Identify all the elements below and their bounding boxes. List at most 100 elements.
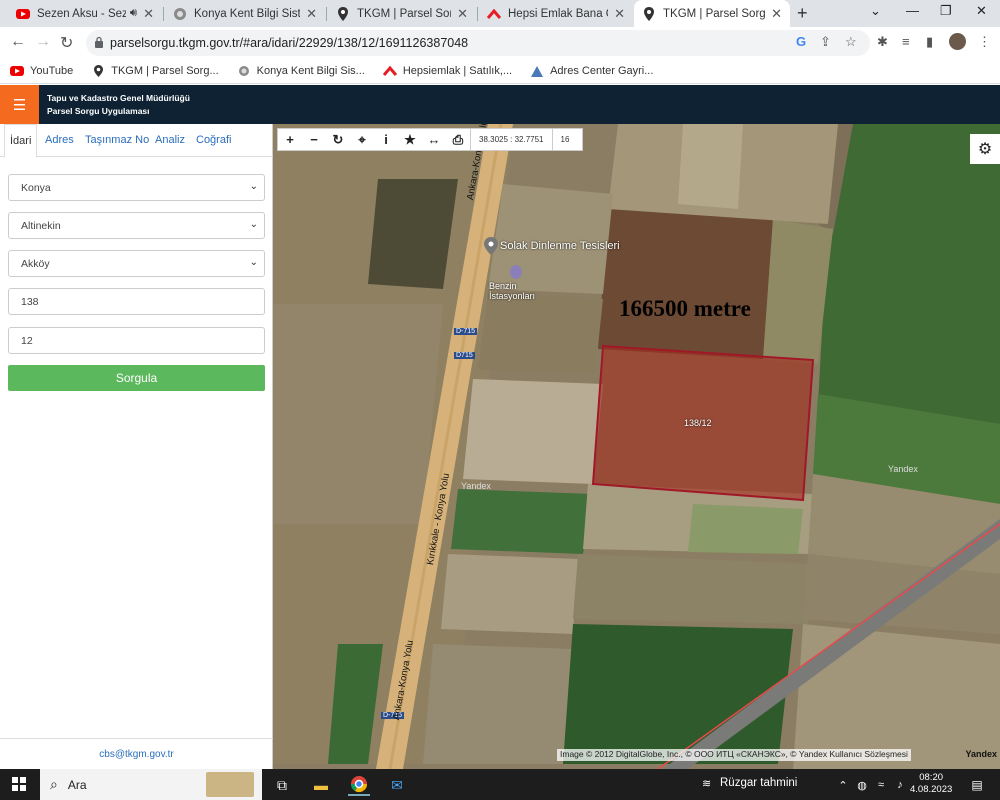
reload-button[interactable]: ↻: [60, 33, 73, 53]
forward-button[interactable]: →: [35, 33, 51, 51]
notifications-icon[interactable]: ▤: [966, 774, 988, 796]
adres-icon: [530, 65, 544, 77]
google-icon[interactable]: G: [796, 34, 806, 49]
print-icon[interactable]: ⎙: [446, 128, 470, 151]
map-pin-icon: [642, 6, 656, 21]
minimize-button[interactable]: —: [906, 3, 919, 18]
url-text: parselsorgu.tkgm.gov.tr/#ara/idari/22929…: [110, 36, 469, 50]
ilce-select[interactable]: Altinekin ⌄: [8, 212, 265, 239]
parsel-value: 12: [21, 334, 33, 347]
tab-title: Hepsi Emlak Bana Özel: [508, 7, 608, 20]
volume-icon[interactable]: ♪: [889, 774, 911, 796]
zoom-in-icon[interactable]: +: [278, 128, 302, 151]
bookmark-label: Konya Kent Bilgi Sis...: [256, 65, 365, 77]
mail-icon[interactable]: ✉: [386, 774, 408, 796]
extensions-icon[interactable]: ✱: [877, 34, 888, 50]
poi-pin-icon[interactable]: [484, 237, 498, 255]
bookmark-konya[interactable]: Konya Kent Bilgi Sis...: [237, 65, 365, 77]
settings-gear-button[interactable]: ⚙: [970, 134, 1000, 164]
side-panel-icon[interactable]: ▮: [926, 34, 933, 50]
bookmark-hepsiemlak[interactable]: Hepsiemlak | Satılık,...: [382, 65, 512, 77]
media-queue-icon[interactable]: ≡: [902, 34, 910, 49]
query-tabs: İdari Adres Taşınmaz No Analiz Coğrafi: [0, 124, 273, 158]
area-overlay-text: 166500 metre: [619, 296, 751, 321]
satellite-map[interactable]: Solak Dinlenme Tesisleri Benzin İstasyon…: [273, 124, 1000, 769]
taskbar-search-box[interactable]: ⌕ Ara: [40, 769, 262, 800]
browser-toolbar: ← → ↻ parselsorgu.tkgm.gov.tr/#ara/idari…: [0, 27, 1000, 59]
app-title-line1: Tapu ve Kadastro Genel Müdürlüğü: [47, 93, 190, 103]
chrome-taskbar-icon[interactable]: [348, 774, 370, 796]
windows-taskbar: ⌕ Ara ⧉ ▬ ✉ ≋ Rüzgar tahmini ⌃ ◍ ≈ ♪ 08:…: [0, 769, 1000, 800]
tab-title: Sezen Aksu - Sezen A: [37, 7, 126, 20]
ada-input[interactable]: 138: [8, 288, 265, 315]
app-title: Tapu ve Kadastro Genel Müdürlüğü Parsel …: [47, 92, 190, 118]
weather-icon[interactable]: ≋: [702, 777, 711, 790]
taskbar-clock[interactable]: 08:20 4.08.2023: [910, 772, 952, 796]
tab-cografi[interactable]: Coğrafi: [196, 124, 231, 157]
footer-email-link[interactable]: cbs@tkgm.gov.tr: [0, 738, 273, 769]
measure-icon[interactable]: ↔: [422, 128, 446, 151]
tab-konya[interactable]: Konya Kent Bilgi Sistemi ✕: [165, 0, 325, 27]
profile-avatar[interactable]: [949, 33, 966, 50]
yandex-logo: Yandex: [965, 749, 997, 759]
back-button[interactable]: ←: [10, 33, 26, 51]
search-placeholder: Ara: [67, 777, 87, 792]
file-explorer-icon[interactable]: ▬: [310, 774, 332, 796]
share-icon[interactable]: ⇪: [820, 34, 831, 50]
fuel-pin-icon[interactable]: [510, 265, 522, 279]
close-tab-icon[interactable]: ✕: [771, 6, 782, 22]
chevron-down-icon: ⌄: [249, 181, 258, 192]
close-tab-icon[interactable]: ✕: [306, 6, 317, 22]
map-pin-icon: [91, 65, 105, 77]
task-view-icon[interactable]: ⧉: [271, 774, 293, 796]
bookmark-youtube[interactable]: YouTube: [10, 65, 73, 77]
audio-icon[interactable]: 🔊︎: [130, 7, 137, 20]
tab-adres[interactable]: Adres: [45, 124, 74, 157]
browser-menu-icon[interactable]: ⋮: [978, 34, 991, 50]
hamburger-menu-button[interactable]: ☰: [0, 85, 39, 124]
bookmark-tkgm[interactable]: TKGM | Parsel Sorg...: [91, 65, 219, 77]
windows-start-icon[interactable]: [12, 777, 26, 791]
tab-hepsiemlak[interactable]: Hepsi Emlak Bana Özel ✕: [479, 0, 633, 27]
bookmark-star-icon[interactable]: ☆: [845, 34, 857, 50]
weather-text[interactable]: Rüzgar tahmini: [720, 777, 797, 789]
tab-analiz[interactable]: Analiz: [155, 124, 185, 157]
app-title-line2: Parsel Sorgu Uygulaması: [47, 106, 150, 116]
star-icon[interactable]: ★: [398, 128, 422, 151]
tab-idari[interactable]: İdari: [4, 124, 38, 158]
close-tab-icon[interactable]: ✕: [614, 6, 625, 22]
sorgula-button[interactable]: Sorgula: [8, 365, 265, 391]
coordinate-readout: 38.3025 : 32.7751: [470, 128, 552, 151]
refresh-icon[interactable]: ↻: [326, 128, 350, 151]
tab-tkgm-active[interactable]: TKGM | Parsel Sorgu Uyg ✕: [634, 0, 790, 27]
il-select[interactable]: Konya ⌄: [8, 174, 265, 201]
new-tab-button[interactable]: +: [797, 3, 808, 24]
ada-value: 138: [21, 295, 39, 308]
close-window-button[interactable]: ✕: [976, 3, 987, 19]
close-tab-icon[interactable]: ✕: [457, 6, 468, 22]
map-attribution[interactable]: Image © 2012 DigitalGlobe, Inc., © ООО И…: [557, 749, 911, 761]
youtube-icon: [10, 65, 24, 77]
tab-search-chevron-icon[interactable]: ⌄: [870, 3, 881, 19]
zoom-out-icon[interactable]: −: [302, 128, 326, 151]
mahalle-value: Akköy: [21, 257, 50, 270]
tab-title: TKGM | Parsel Sorgu Uyg: [663, 7, 766, 20]
info-icon[interactable]: i: [374, 128, 398, 151]
tab-tkgm[interactable]: TKGM | Parsel Sorgu Uyg ✕: [328, 0, 476, 27]
bookmark-label: Adres Center Gayri...: [550, 65, 654, 77]
parsel-input[interactable]: 12: [8, 327, 265, 354]
bookmark-adres-center[interactable]: Adres Center Gayri...: [530, 65, 653, 77]
zoom-level: 16: [551, 128, 582, 151]
search-highlight-image: [206, 772, 254, 797]
youtube-icon: [16, 7, 30, 21]
address-bar[interactable]: parselsorgu.tkgm.gov.tr/#ara/idari/22929…: [86, 30, 870, 56]
close-tab-icon[interactable]: ✕: [143, 6, 154, 22]
chevron-down-icon: ⌄: [249, 257, 258, 268]
tab-tasinmaz-no[interactable]: Taşınmaz No: [85, 124, 149, 157]
restore-button[interactable]: ❐: [940, 3, 952, 19]
satellite-imagery: [273, 124, 1000, 769]
mahalle-select[interactable]: Akköy ⌄: [8, 250, 265, 277]
road-badge-1: D-715: [454, 328, 478, 335]
tab-youtube[interactable]: Sezen Aksu - Sezen A 🔊︎ ✕: [8, 0, 162, 27]
locate-icon[interactable]: ⌖: [350, 128, 374, 151]
